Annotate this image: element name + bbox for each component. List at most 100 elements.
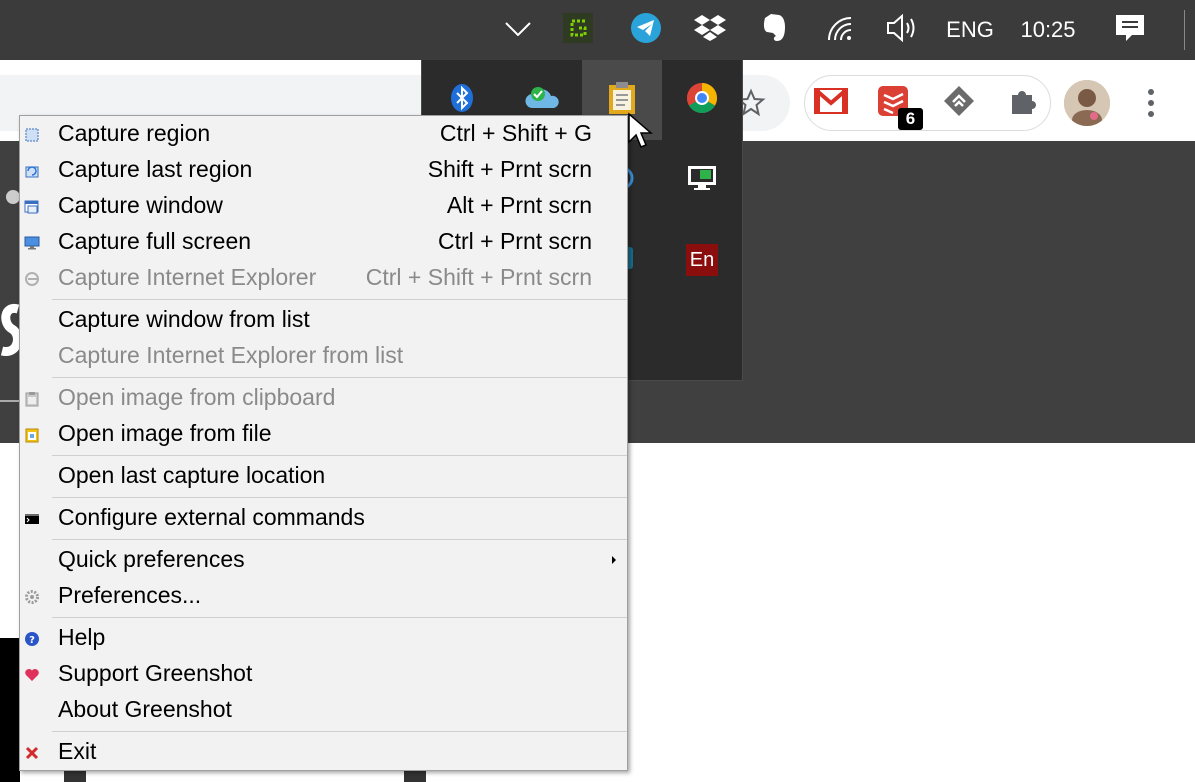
- mouse-cursor: [627, 112, 654, 154]
- menu-item-label: Capture window from list: [58, 306, 310, 332]
- todoist-badge: 6: [898, 108, 923, 130]
- menu-item-capture-internet-explorer-from-list: Capture Internet Explorer from list: [20, 339, 627, 375]
- heart-icon: [24, 667, 40, 683]
- extensions-menu-button[interactable]: [1004, 84, 1042, 122]
- help-icon: ?: [24, 631, 40, 647]
- menu-item-capture-internet-explorer: Capture Internet Explorer Ctrl + Shift + …: [20, 261, 627, 297]
- menu-item-capture-region[interactable]: Capture region Ctrl + Shift + G: [20, 117, 627, 153]
- evernote-tray-button[interactable]: [754, 0, 794, 60]
- menu-item-capture-last-region[interactable]: Capture last region Shift + Prnt scrn: [20, 153, 627, 189]
- monitor-tray-button[interactable]: [662, 140, 742, 220]
- open-file-icon: [24, 427, 40, 443]
- profile-avatar[interactable]: [1064, 80, 1110, 126]
- menu-item-shortcut: Ctrl + Shift + G: [439, 120, 592, 146]
- menu-item-open-last-capture-location[interactable]: Open last capture location: [20, 459, 627, 495]
- feedly-icon: [942, 84, 976, 122]
- dropbox-tray-button[interactable]: [690, 0, 730, 60]
- menu-item-support-greenshot[interactable]: Support Greenshot: [20, 657, 627, 693]
- window-icon: [24, 199, 40, 215]
- menu-separator: [52, 299, 627, 300]
- menu-item-label: Support Greenshot: [58, 660, 253, 686]
- menu-item-label: Capture window: [58, 192, 223, 218]
- chrome-icon: [686, 82, 718, 118]
- menu-separator: [52, 731, 627, 732]
- clipboard-icon: [24, 391, 40, 407]
- menu-item-open-image-from-clipboard: Open image from clipboard: [20, 381, 627, 417]
- evernote-icon: [761, 13, 787, 47]
- gear-icon: [24, 589, 40, 605]
- menu-item-capture-window[interactable]: Capture window Alt + Prnt scrn: [20, 189, 627, 225]
- en-icon: En: [686, 244, 718, 276]
- volume-icon: [885, 13, 919, 47]
- terminal-icon: [24, 511, 40, 527]
- telegram-icon: [630, 12, 662, 48]
- menu-item-exit[interactable]: Exit: [20, 735, 627, 771]
- menu-separator: [52, 617, 627, 618]
- chrome-tray-button[interactable]: [662, 60, 742, 140]
- greenshot-tray-button[interactable]: [558, 0, 598, 60]
- volume-tray-button[interactable]: [882, 0, 922, 60]
- kebab-dot: [1148, 89, 1154, 95]
- menu-item-label: Open image from clipboard: [58, 384, 336, 410]
- exit-icon: [24, 745, 40, 761]
- todoist-badge-count: 6: [905, 109, 916, 128]
- menu-item-label: Open image from file: [58, 420, 272, 446]
- show-desktop-button[interactable]: [1184, 10, 1185, 50]
- clock-time: 10:25: [1020, 17, 1076, 42]
- menu-separator: [52, 497, 627, 498]
- wifi-tray-button[interactable]: [820, 0, 860, 60]
- onedrive-icon: [524, 84, 560, 116]
- menu-item-label: Help: [58, 624, 106, 650]
- menu-item-label: Capture Internet Explorer: [58, 264, 317, 290]
- ie-icon: [24, 271, 40, 287]
- menu-item-about-greenshot[interactable]: About Greenshot: [20, 693, 627, 729]
- menu-item-label: Capture region: [58, 120, 211, 146]
- monitor-icon: [686, 164, 718, 196]
- region-icon: [24, 127, 40, 143]
- clock[interactable]: 10:25: [1012, 0, 1084, 60]
- gmail-icon: [814, 88, 848, 118]
- menu-item-label: Quick preferences: [58, 546, 245, 572]
- page-bottom-fragment: [404, 771, 426, 782]
- menu-item-label: Preferences...: [58, 582, 202, 608]
- menu-item-open-image-from-file[interactable]: Open image from file: [20, 417, 627, 453]
- menu-item-configure-external-commands[interactable]: Configure external commands: [20, 501, 627, 537]
- telegram-tray-button[interactable]: [626, 0, 666, 60]
- action-center-icon: [1114, 13, 1146, 47]
- greenshot-icon: [563, 13, 593, 47]
- page-fragment-dot: [6, 190, 20, 204]
- cursor-arrow-icon: [627, 112, 654, 154]
- menu-item-shortcut: Shift + Prnt scrn: [427, 156, 592, 182]
- fullscreen-icon: [24, 235, 40, 251]
- action-center-button[interactable]: [1108, 0, 1152, 60]
- en-icon-label: En: [689, 248, 715, 271]
- menu-item-label: Capture last region: [58, 156, 253, 182]
- page-fragment-letter: [0, 300, 22, 376]
- menu-item-help[interactable]: ? Help: [20, 621, 627, 657]
- show-hidden-icons-button[interactable]: [496, 0, 540, 60]
- wifi-icon: [825, 14, 855, 46]
- en-tray-button[interactable]: En: [662, 220, 742, 300]
- menu-item-label: Exit: [58, 738, 97, 764]
- menu-item-quick-preferences[interactable]: Quick preferences: [20, 543, 627, 579]
- language-label: ENG: [946, 17, 994, 42]
- chrome-menu-button[interactable]: [1138, 84, 1164, 122]
- menu-separator: [52, 377, 627, 378]
- language-indicator[interactable]: ENG: [940, 0, 1000, 60]
- menu-item-preferences[interactable]: Preferences...: [20, 579, 627, 615]
- menu-separator: [52, 455, 627, 456]
- submenu-arrow-icon: [612, 556, 616, 564]
- feedly-extension-button[interactable]: [940, 84, 978, 122]
- menu-item-shortcut: Alt + Prnt scrn: [446, 192, 592, 218]
- menu-item-label: Open last capture location: [58, 462, 326, 488]
- menu-item-capture-full-screen[interactable]: Capture full screen Ctrl + Prnt scrn: [20, 225, 627, 261]
- taskbar: ENG 10:25: [0, 0, 1195, 60]
- gmail-extension-button[interactable]: [812, 84, 850, 122]
- menu-item-label: Capture full screen: [58, 228, 252, 254]
- menu-item-capture-window-from-list[interactable]: Capture window from list: [20, 303, 627, 339]
- menu-item-shortcut: Ctrl + Prnt scrn: [437, 228, 592, 254]
- kebab-dot: [1148, 100, 1154, 106]
- page-bottom-fragment: [64, 771, 86, 782]
- menu-item-label: Capture Internet Explorer from list: [58, 342, 404, 368]
- greenshot-context-menu: Capture region Ctrl + Shift + G Capture la…: [19, 115, 628, 771]
